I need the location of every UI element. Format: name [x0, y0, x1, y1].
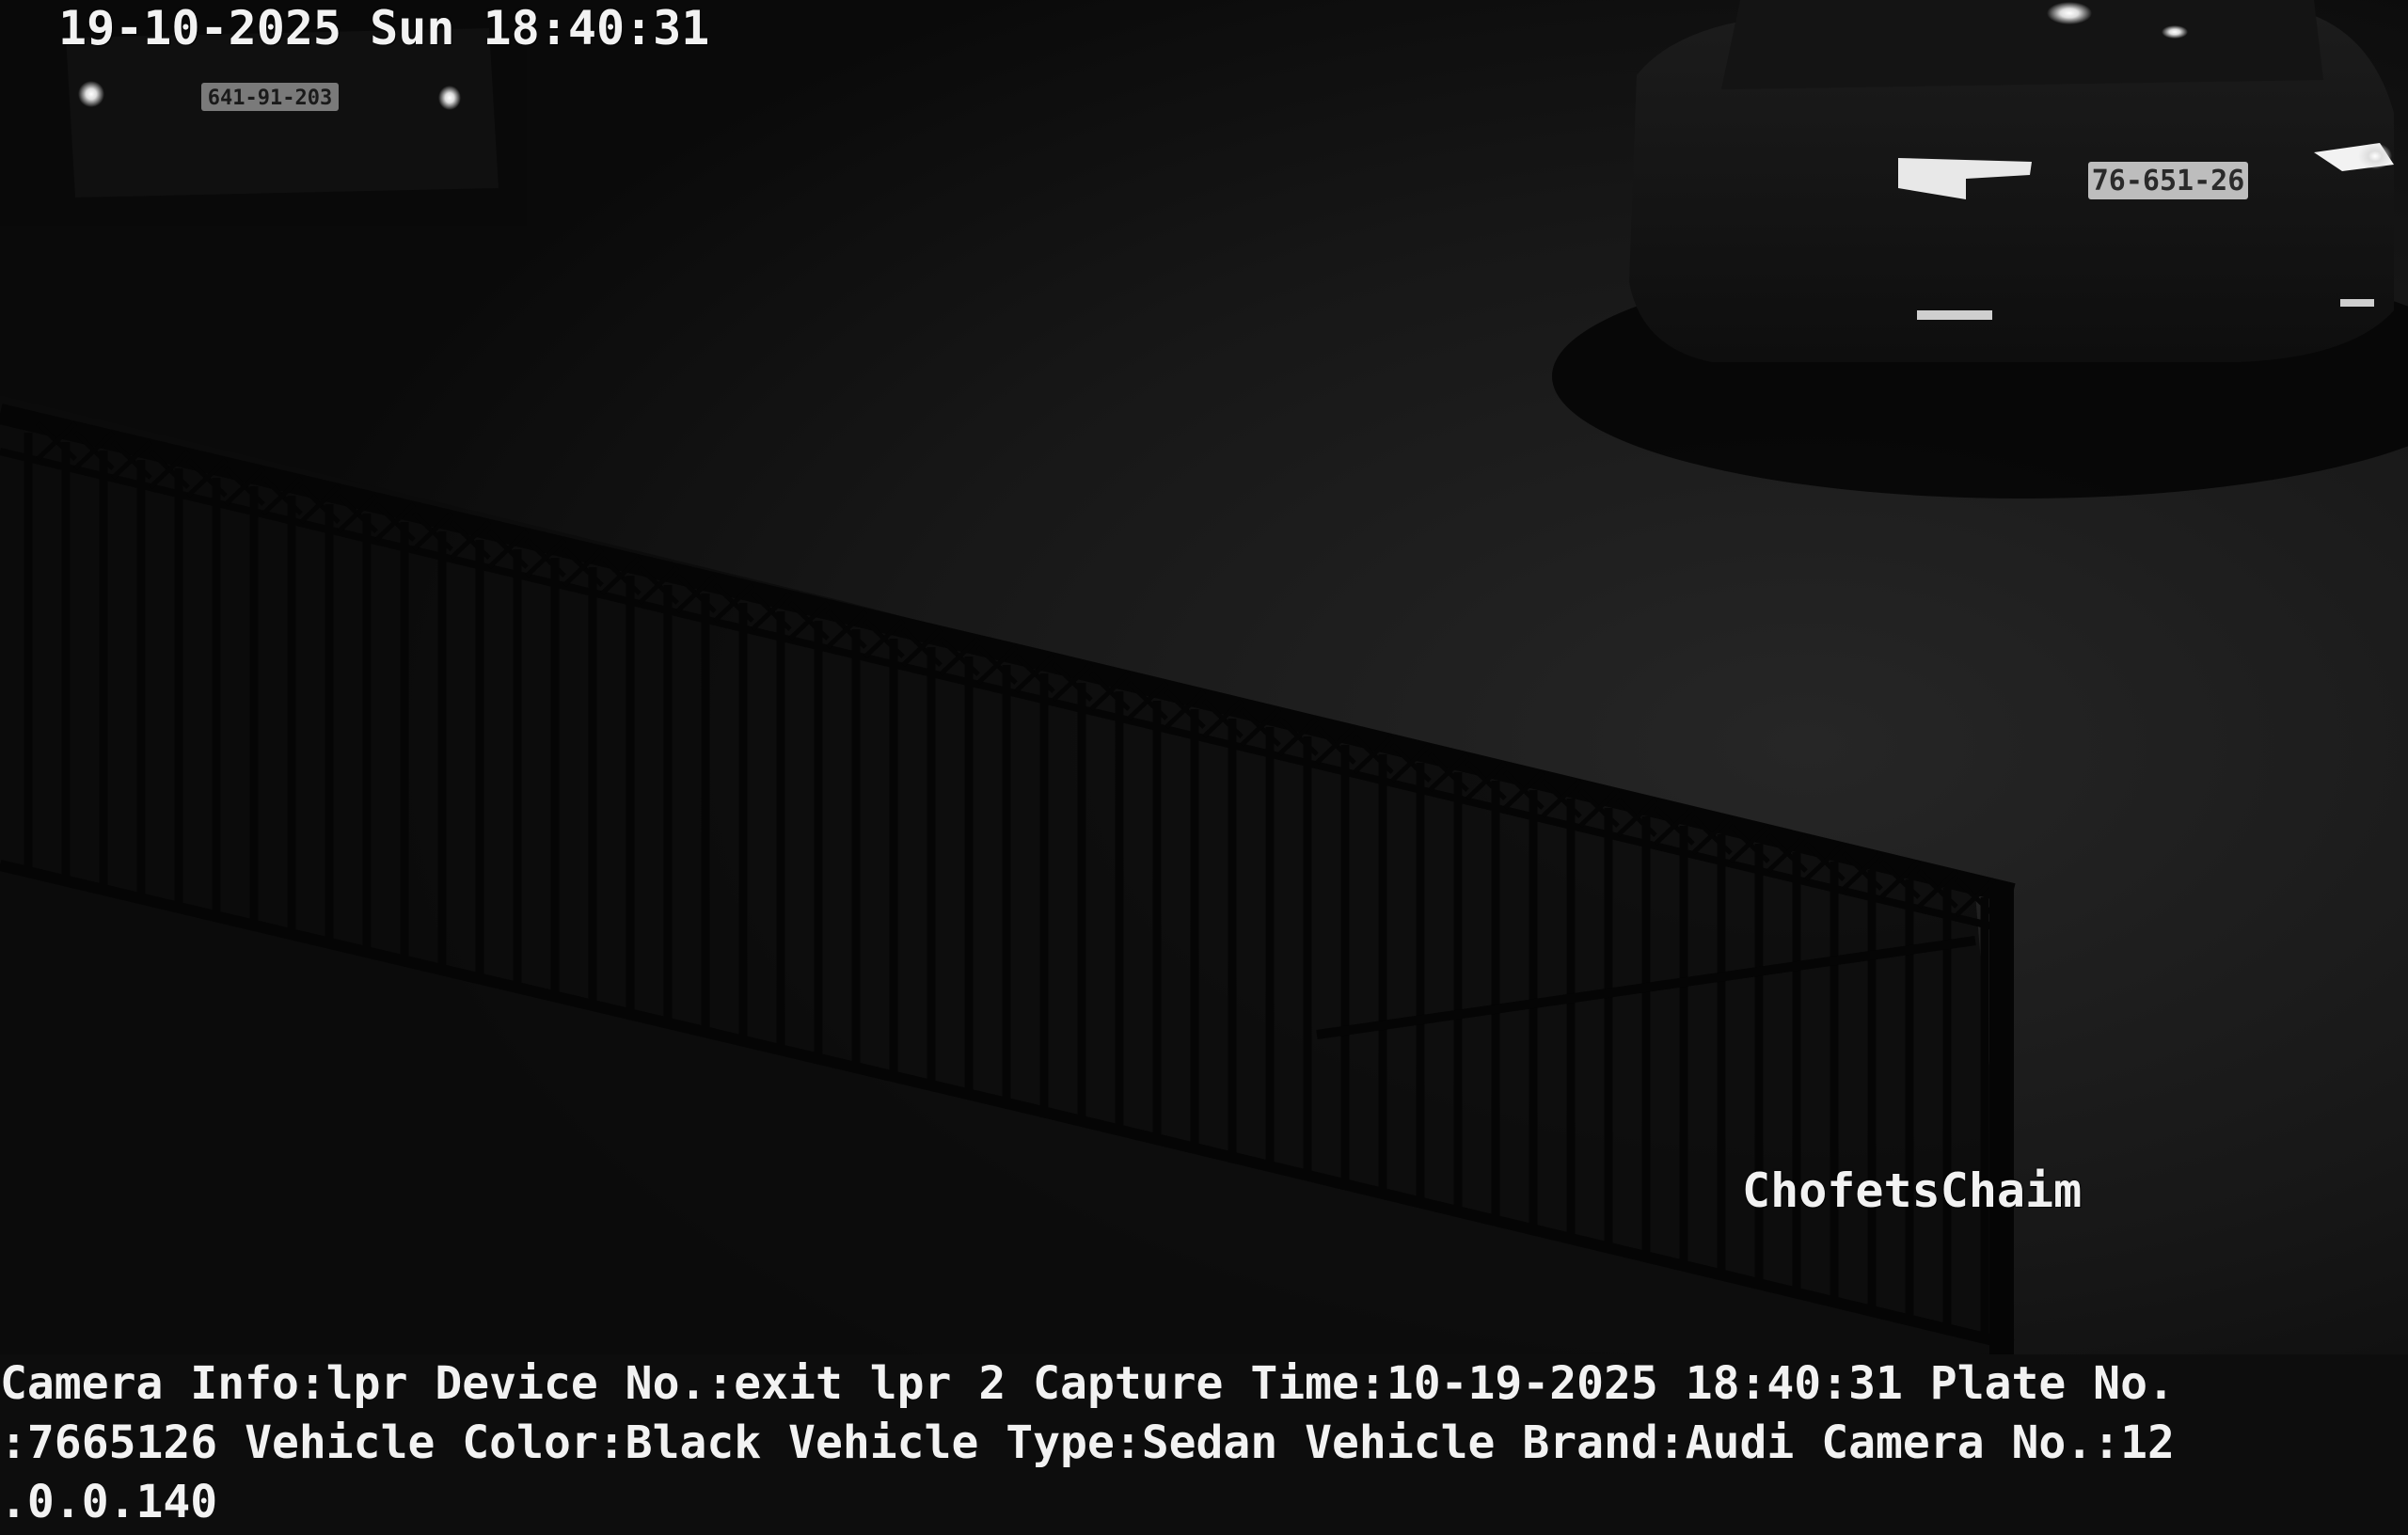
camera-scene: 76-651-26 641-91-203	[0, 0, 2408, 1354]
right-plate-number: 76-651-26	[2092, 165, 2245, 198]
capture-info-bar: Camera Info:lpr Device No.:exit lpr 2 Ca…	[0, 1354, 2408, 1535]
capture-info-line-3: .0.0.140	[0, 1476, 218, 1528]
capture-info-line-1: Camera Info:lpr Device No.:exit lpr 2 Ca…	[0, 1357, 2175, 1410]
camera-frame: 76-651-26 641-91-203 19-10-2025 Sun 18:4…	[0, 0, 2408, 1535]
night-scene-image: 76-651-26 641-91-203	[0, 0, 2408, 1354]
capture-info-line-2: :7665126 Vehicle Color:Black Vehicle Typ…	[0, 1416, 2175, 1469]
left-plate-number: 641-91-203	[208, 87, 332, 110]
osd-timestamp: 19-10-2025 Sun 18:40:31	[58, 1, 710, 55]
osd-site-label: ChofetsChaim	[1742, 1163, 2083, 1218]
